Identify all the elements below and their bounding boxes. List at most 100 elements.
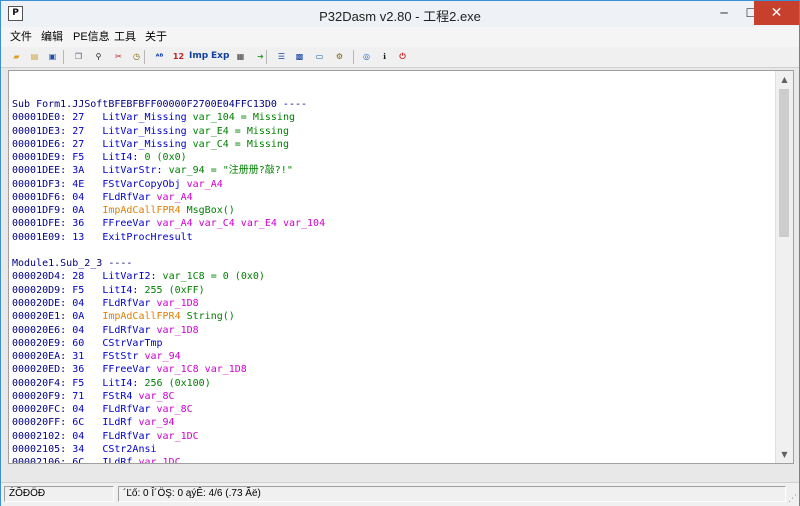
code-line[interactable]: 00001DF9: 0A ImpAdCallFPR4 MsgBox()	[12, 204, 772, 217]
goto-icon[interactable]: ➜	[253, 49, 268, 64]
code-line[interactable]	[12, 244, 772, 257]
code-token: 256 (0x100)	[144, 377, 211, 389]
code-token: var_A4	[186, 178, 223, 190]
code-token: var_A4 var_C4 var_E4 var_104	[156, 218, 326, 230]
code-token: 13	[72, 231, 103, 243]
code-token: 000020FF:	[12, 417, 73, 429]
code-line[interactable]: 000020EA: 31 FStStr var_94	[12, 350, 772, 363]
open-folder-icon[interactable]: ▰	[9, 49, 24, 64]
code-token: 27	[72, 125, 103, 137]
code-token: 00002102:	[12, 430, 73, 442]
code-line[interactable]: Module1.Sub_2_3 ----	[12, 257, 772, 270]
code-token: F5	[72, 377, 103, 389]
web-icon[interactable]: ◎	[359, 49, 374, 64]
resize-grip-icon[interactable]: ⋰	[788, 495, 797, 504]
code-token: var_94 = "注册册?敲?!"	[168, 165, 293, 177]
copy-file-icon[interactable]: ▤	[27, 49, 42, 64]
exit-icon[interactable]: ⏻	[395, 49, 410, 64]
code-line[interactable]: 00002102: 04 FLdRfVar var_1DC	[12, 430, 772, 443]
code-line[interactable]: 000020D9: F5 LitI4: 255 (0xFF)	[12, 284, 772, 297]
app-window: P P32Dasm v2.80 - 工程2.exe ─ ☐ ✕ 文件 编辑 PE…	[0, 0, 800, 506]
code-token: var_1C8 = 0 (0x0)	[162, 271, 265, 283]
code-line[interactable]: 00001E09: 13 ExitProcHresult	[12, 231, 772, 244]
table-icon[interactable]: ▦	[233, 49, 248, 64]
close-button[interactable]: ✕	[754, 1, 799, 25]
code-line[interactable]: 00001DE6: 27 LitVar_Missing var_C4 = Mis…	[12, 138, 772, 151]
find-binoculars-icon[interactable]: ⚲	[91, 49, 106, 64]
code-line[interactable]: 000020ED: 36 FFreeVar var_1C8 var_1D8	[12, 363, 772, 376]
code-token: LitVar_Missing	[102, 112, 193, 124]
scroll-down-arrow-icon[interactable]: ▼	[776, 446, 793, 463]
code-token: ImpAdCallFPR4	[102, 311, 187, 323]
code-token: 0A	[72, 205, 103, 217]
title-bar: P P32Dasm v2.80 - 工程2.exe ─ ☐ ✕	[1, 1, 799, 28]
code-line[interactable]: 00001DEE: 3A LitVarStr: var_94 = "注册册?敲?…	[12, 164, 772, 177]
code-token: 71	[72, 390, 103, 402]
code-token: FLdRfVar	[102, 430, 157, 442]
code-token: F5	[72, 284, 103, 296]
tools-icon[interactable]: ⚙	[332, 49, 347, 64]
clock-icon[interactable]: ◷	[129, 49, 144, 64]
numbers-icon[interactable]: 12	[171, 49, 186, 64]
grid-icon[interactable]: ▩	[292, 49, 307, 64]
info-icon[interactable]: ℹ	[377, 49, 392, 64]
abc-icon[interactable]: ᴬᴮ	[152, 49, 167, 64]
code-token: Sub Form1.JJSoftBFEBFBFF00000F2700E04FFC…	[12, 99, 308, 110]
code-token: var_1DC	[138, 457, 181, 464]
code-token: LitI4:	[102, 152, 145, 164]
code-line[interactable]: 000020E1: 0A ImpAdCallFPR4 String()	[12, 310, 772, 323]
code-token: 00001DE6:	[12, 138, 73, 150]
code-token: 04	[72, 191, 103, 203]
cut-icon[interactable]: ✂	[111, 49, 126, 64]
code-line[interactable]: 000020E9: 60 CStrVarTmp	[12, 337, 772, 350]
code-token: 00001DFE:	[12, 218, 73, 230]
code-token: 000020D4:	[12, 271, 73, 283]
code-token: LitVar_Missing	[102, 138, 193, 150]
code-token: var_E4 = Missing	[192, 125, 289, 137]
vertical-scrollbar[interactable]: ▲ ▼	[775, 71, 793, 463]
code-line[interactable]: 00001DF3: 4E FStVarCopyObj var_A4	[12, 178, 772, 191]
code-line[interactable]: 00001DE3: 27 LitVar_Missing var_E4 = Mis…	[12, 125, 772, 138]
code-token: var_8C	[138, 390, 175, 402]
menu-pe-info[interactable]: PE信息	[70, 29, 113, 45]
code-line[interactable]: 000020F9: 71 FStR4 var_8C	[12, 390, 772, 403]
code-token: MsgBox()	[186, 205, 235, 217]
scroll-thumb[interactable]	[779, 89, 789, 237]
code-line[interactable]: 000020DE: 04 FLdRfVar var_1D8	[12, 297, 772, 310]
code-token: 04	[72, 297, 103, 309]
exp-icon[interactable]: Exp	[211, 49, 229, 64]
window-icon[interactable]: ▭	[312, 49, 327, 64]
code-token: var_A4	[156, 191, 193, 203]
code-token: ILdRf	[102, 417, 139, 429]
menu-file[interactable]: 文件	[7, 29, 35, 45]
minimize-button[interactable]: ─	[709, 1, 739, 25]
code-line[interactable]: Sub Form1.JJSoftBFEBFBFF00000F2700E04FFC…	[12, 98, 772, 111]
code-line[interactable]: 000020FC: 04 FLdRfVar var_8C	[12, 403, 772, 416]
code-line[interactable]: 00002105: 34 CStr2Ansi	[12, 443, 772, 456]
menu-about[interactable]: 关于	[142, 29, 170, 45]
code-line[interactable]: 000020F4: F5 LitI4: 256 (0x100)	[12, 377, 772, 390]
code-line[interactable]: 00001DFE: 36 FFreeVar var_A4 var_C4 var_…	[12, 217, 772, 230]
code-line[interactable]: 000020E6: 04 FLdRfVar var_1D8	[12, 324, 772, 337]
imp-icon[interactable]: Imp	[189, 49, 208, 64]
code-token: var_1D8	[156, 297, 199, 309]
scroll-up-arrow-icon[interactable]: ▲	[776, 71, 793, 88]
code-token: 00001E09:	[12, 231, 73, 243]
disassembly-view[interactable]: Sub Form1.JJSoftBFEBFBFF00000F2700E04FFC…	[8, 70, 794, 464]
copy-icon[interactable]: ❐	[71, 49, 86, 64]
code-line[interactable]: 00001DE0: 27 LitVar_Missing var_104 = Mi…	[12, 111, 772, 124]
save-disk-icon[interactable]: ▣	[45, 49, 60, 64]
code-token: var_94	[138, 417, 175, 429]
menu-edit[interactable]: 编辑	[38, 29, 66, 45]
list-icon[interactable]: ☰	[274, 49, 289, 64]
code-token: 00001DF9:	[12, 205, 73, 217]
menu-tools[interactable]: 工具	[111, 29, 139, 45]
code-token: 0 (0x0)	[144, 152, 187, 164]
code-line[interactable]: 00001DE9: F5 LitI4: 0 (0x0)	[12, 151, 772, 164]
code-line[interactable]: 00001DF6: 04 FLdRfVar var_A4	[12, 191, 772, 204]
code-line[interactable]: 000020FF: 6C ILdRf var_94	[12, 416, 772, 429]
code-line[interactable]: 000020D4: 28 LitVarI2: var_1C8 = 0 (0x0)	[12, 270, 772, 283]
code-token: 000020F9:	[12, 390, 73, 402]
code-token: FLdRfVar	[102, 404, 157, 416]
code-line[interactable]: 00002106: 6C ILdRf var_1DC	[12, 456, 772, 464]
